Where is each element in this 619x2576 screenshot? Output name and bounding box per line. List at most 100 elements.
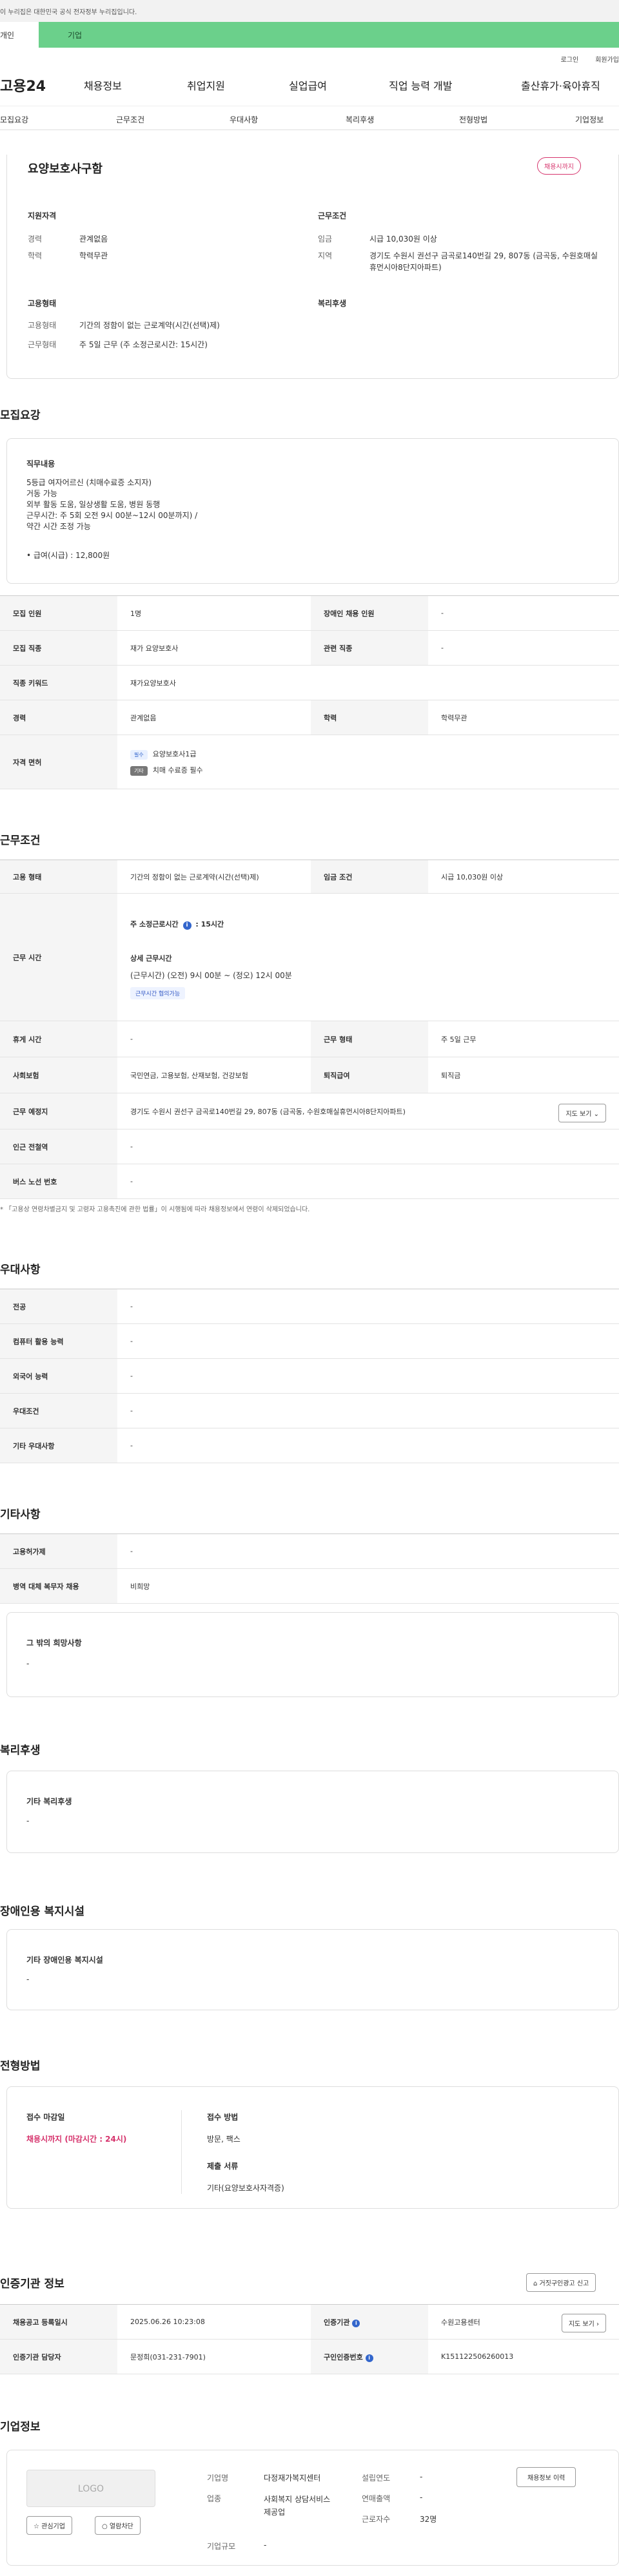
etc-box-value: - xyxy=(26,1659,30,1668)
rest-value: - xyxy=(117,1021,311,1057)
info-icon[interactable]: i xyxy=(352,2319,360,2327)
etc-table: 고용허가제 - 병역 대체 복무자 채용 비희망 xyxy=(0,1533,619,1604)
worktype-value: 주 5일 근무 xyxy=(428,1021,619,1057)
welfare-box-heading: 기타 복리후생 xyxy=(26,1797,72,1806)
chevron-right-icon: › xyxy=(596,2321,599,2328)
license-cell: 필수 요양보호사1급 기타 치매 수료증 필수 xyxy=(117,735,619,789)
star-icon: ☆ xyxy=(34,2523,39,2530)
job-value: 재가 요양보호사 xyxy=(117,630,311,666)
sales-value: - xyxy=(420,2493,423,2502)
tab-company[interactable]: 기업 xyxy=(39,22,619,48)
summary-emptype-label: 고용형태 xyxy=(28,321,57,330)
welfare-box: 기타 복리후생 - xyxy=(6,1771,619,1853)
retire-label: 퇴직급여 xyxy=(311,1057,428,1093)
summary-worktype-label: 근무형태 xyxy=(28,340,57,349)
time-sub1-value: : 15시간 xyxy=(195,920,224,928)
license-etc-tag: 기타 xyxy=(130,765,148,776)
pref-label: 우대조건 xyxy=(0,1393,117,1428)
disabled-box-heading: 기타 장애인용 복지시설 xyxy=(26,1956,103,1965)
etc-value: - xyxy=(117,1533,619,1569)
tab-personal[interactable]: 개인 xyxy=(0,22,39,48)
fav-company-button[interactable]: ☆ 관심기업 xyxy=(26,2516,72,2535)
login-link[interactable]: 로그인 xyxy=(561,54,579,64)
docs-heading: 제출 서류 xyxy=(207,2162,239,2171)
deadline-badge: 채용시까지 xyxy=(537,157,581,175)
docs-value: 기타(요양보호사자격증) xyxy=(207,2184,284,2193)
summary-wage-label: 임금 xyxy=(318,235,333,244)
company-logo: LOGO xyxy=(26,2470,155,2507)
place-label: 근무 예정지 xyxy=(0,1093,117,1129)
company-card: LOGO ☆ 관심기업 ○ 열람차단 기업명 다정재가복지센터 업종 사회복지 … xyxy=(6,2450,619,2566)
summary-exp-value: 관계없음 xyxy=(79,235,108,244)
site-logo[interactable]: 고용24 xyxy=(0,75,84,95)
home-icon: ⌂ xyxy=(533,2280,538,2287)
rest-label: 휴게 시간 xyxy=(0,1021,117,1057)
duty-line: 근무시간: 주 5회 오전 9시 00분~12시 00분까지) / xyxy=(26,511,198,520)
tab-welfare[interactable]: 복리후생 xyxy=(346,114,374,125)
summary-loc: 지역 경기도 수원시 권선구 금곡로140번길 29, 807동 (금곡동, 수원… xyxy=(318,250,602,273)
company-name-value: 다정재가복지센터 xyxy=(264,2474,321,2483)
tab-recruit[interactable]: 모집요강 xyxy=(0,114,28,125)
mgr-label: 인증기관 담당자 xyxy=(0,2339,117,2374)
ins-value: 국민연금, 고용보험, 산재보험, 건강보험 xyxy=(117,1057,311,1093)
map-button[interactable]: 지도 보기 ⌄ xyxy=(558,1104,606,1122)
welfare-title: 복리후생 xyxy=(0,1744,41,1757)
etc-label: 병역 대체 복무자 채용 xyxy=(0,1568,117,1604)
etc-box-heading: 그 밖의 희망사항 xyxy=(26,1639,82,1648)
disabled-label: 장애인 채용 인원 xyxy=(311,595,428,631)
deadline-value: 채용시까지 (마감시간 : 24시) xyxy=(26,2135,127,2144)
disabled-title: 장애인용 복지시설 xyxy=(0,1905,85,1918)
no-label: 구인인증번호 xyxy=(324,2352,363,2361)
org-value: 수원고용센터 xyxy=(441,2318,480,2327)
license-label: 자격 면허 xyxy=(0,735,117,789)
reg-label: 채용공고 등록일시 xyxy=(0,2304,117,2340)
report-button[interactable]: ⌂ 거짓구인광고 신고 xyxy=(526,2273,596,2292)
no-label-cell: 구인인증번호 i xyxy=(311,2339,428,2374)
tab-process[interactable]: 전형방법 xyxy=(459,114,487,125)
gnb-item-jobs[interactable]: 채용정보 xyxy=(84,77,187,93)
tab-work[interactable]: 근무조건 xyxy=(116,114,144,125)
gnb-item-training[interactable]: 직업 능력 개발 xyxy=(389,77,521,93)
work-table: 고용 형태 기간의 정함이 없는 근로계약(시간(선택)제) 임금 조건 시급 … xyxy=(0,860,619,1199)
gnb-item-support[interactable]: 취업지원 xyxy=(187,77,289,93)
work-title: 근무조건 xyxy=(0,834,41,847)
section-tabs: 모집요강 근무조건 우대사항 복리후생 전형방법 기업정보 xyxy=(0,106,619,130)
summary-edu: 학력 학력무관 xyxy=(28,250,108,262)
summary-wage: 임금 시급 10,030원 이상 xyxy=(318,233,437,245)
founded-value: - xyxy=(420,2472,423,2481)
staff-value: 32명 xyxy=(420,2515,437,2524)
join-link[interactable]: 회원가입 xyxy=(595,54,619,64)
retire-value: 퇴직금 xyxy=(428,1057,619,1093)
place-value: 경기도 수원시 권선구 금곡로140번길 29, 807동 (금곡동, 수원호매… xyxy=(130,1107,406,1116)
org-map-button[interactable]: 지도 보기 › xyxy=(561,2314,606,2332)
cert-title: 인증기관 정보 xyxy=(0,2278,64,2291)
top-tabs: 개인 기업 xyxy=(0,22,619,48)
mgr-value: 문정희(031-231-7901) xyxy=(117,2339,311,2374)
duty-line: 거동 가능 xyxy=(26,489,57,498)
etc-value: 비희망 xyxy=(117,1568,619,1604)
tab-pref[interactable]: 우대사항 xyxy=(230,114,258,125)
gnb-item-leave[interactable]: 출산휴가·육아휴직 xyxy=(521,77,600,93)
summary-card: 요양보호사구함 채용시까지 지원자격 근무조건 경력 관계없음 학력 학력무관 임금… xyxy=(6,155,619,379)
related-label: 관련 직종 xyxy=(311,630,428,666)
exp-label: 경력 xyxy=(0,700,117,735)
cond-heading: 근무조건 xyxy=(318,211,347,220)
map-button-label: 지도 보기 xyxy=(565,1111,592,1118)
exp-value: 관계없음 xyxy=(117,700,311,735)
info-icon[interactable]: i xyxy=(365,2354,373,2362)
summary-worktype: 근무형태 주 5일 근무 (주 소정근로시간: 15시간) xyxy=(28,339,208,351)
size-value: - xyxy=(264,2541,267,2550)
gnb-item-benefit[interactable]: 실업급여 xyxy=(289,77,389,93)
vertical-divider xyxy=(181,2110,182,2194)
license-req: 요양보호사1급 xyxy=(152,749,197,758)
tab-company-label: 기업 xyxy=(68,31,83,40)
block-button[interactable]: ○ 열람차단 xyxy=(95,2516,141,2535)
company-title: 기업정보 xyxy=(0,2421,41,2434)
pref-value: - xyxy=(117,1323,619,1359)
job-label: 모집 직종 xyxy=(0,630,117,666)
deadline-heading: 접수 마감일 xyxy=(26,2113,65,2122)
info-icon[interactable]: i xyxy=(182,921,192,930)
history-button[interactable]: 채용정보 이력 xyxy=(516,2467,576,2487)
summary-emptype: 고용형태 기간의 정함이 없는 근로계약(시간(선택)제) xyxy=(28,320,220,331)
tab-company-info[interactable]: 기업정보 xyxy=(575,114,604,125)
